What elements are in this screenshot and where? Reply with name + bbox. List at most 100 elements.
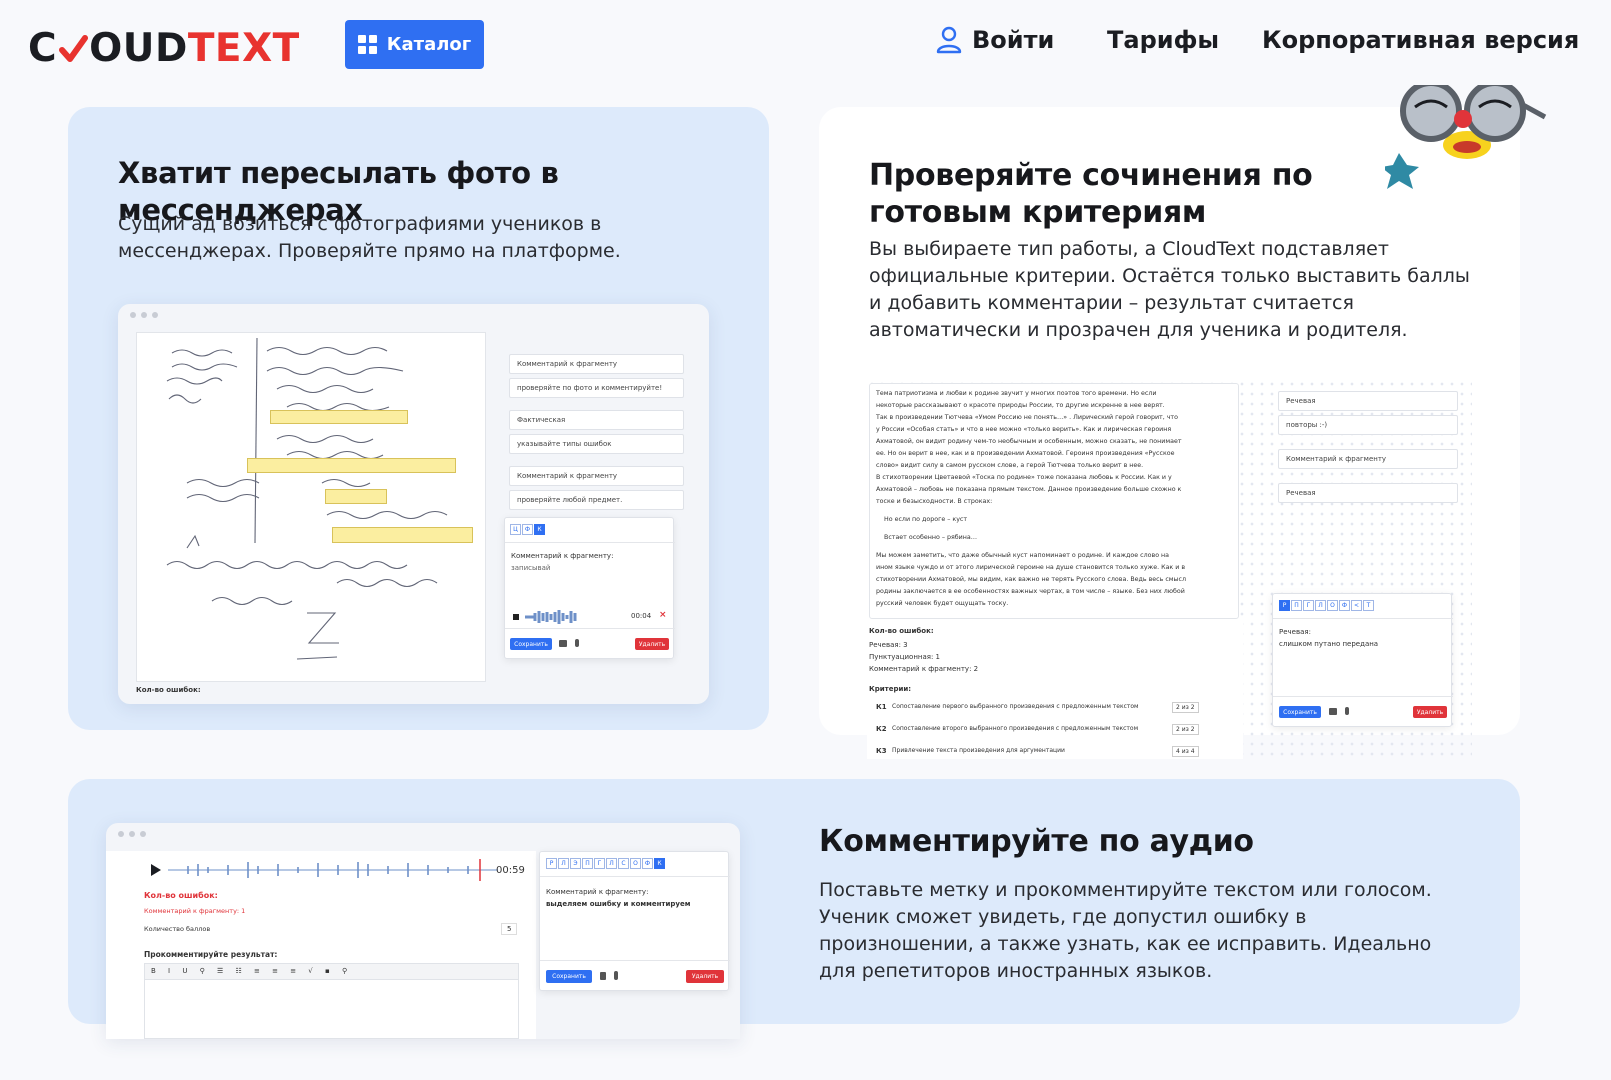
login-link[interactable]: Войти — [936, 26, 1054, 54]
score-label: Количество баллов — [144, 925, 211, 933]
letter-button[interactable]: Ц — [510, 524, 521, 535]
fragment-comment-field[interactable]: проверяйте любой предмет. — [509, 490, 684, 510]
popup-label: Комментарий к фрагменту: — [546, 888, 649, 896]
criterion-score-select[interactable]: 2 из 2 — [1172, 724, 1199, 735]
popup-value[interactable]: выделяем ошибку и комментируем — [546, 900, 690, 908]
camera-icon[interactable] — [559, 640, 567, 647]
letter-button[interactable]: К — [534, 524, 545, 535]
criterion-score-select[interactable]: 4 из 4 — [1172, 746, 1199, 757]
result-comment-label: Прокомментируйте результат: — [144, 950, 278, 959]
highlight-fragment — [247, 458, 456, 473]
audio-time: 00:59 — [496, 865, 525, 876]
letter-button[interactable]: С — [618, 858, 629, 869]
error-count: Комментарий к фрагменту: 2 — [869, 665, 979, 673]
handwriting-drawing — [166, 337, 448, 660]
error-type-field[interactable]: Речевая — [1278, 391, 1458, 411]
checkmark-icon — [59, 34, 89, 62]
feature-card-audio: 00:59 Кол-во ошибок: Комментарий к фрагм… — [68, 779, 1520, 1039]
letter-button[interactable]: Ф — [1339, 600, 1350, 611]
comment-popup: Ц Ф К Комментарий к фрагменту: записывай… — [504, 517, 675, 659]
score-select[interactable]: 5 — [501, 923, 518, 935]
play-icon[interactable] — [150, 863, 162, 877]
corporate-link[interactable]: Корпоративная версия — [1262, 26, 1579, 54]
letter-button[interactable]: Ф — [522, 524, 533, 535]
fragment-comment-field[interactable]: Комментарий к фрагменту — [1278, 449, 1458, 469]
logo-text-text: TEXT — [187, 26, 300, 71]
essay-line: Ахматовой – любовь не показана прямым те… — [876, 486, 1182, 493]
letter-button[interactable]: Л — [606, 858, 617, 869]
catalog-label: Каталог — [386, 34, 472, 55]
criterion-code: К2 — [876, 725, 887, 733]
card-text: Вы выбираете тип работы, а CloudText под… — [869, 238, 1470, 341]
delete-button[interactable]: Удалить — [686, 970, 724, 983]
letter-button[interactable]: К — [654, 858, 665, 869]
letter-button[interactable]: Л — [558, 858, 569, 869]
save-button[interactable]: Сохранить — [546, 970, 592, 983]
glasses-sticker-icon — [1385, 85, 1547, 189]
letter-button[interactable]: О — [630, 858, 641, 869]
fragment-comment-field[interactable]: Комментарий к фрагменту — [509, 354, 684, 374]
audio-waveform[interactable] — [168, 859, 498, 881]
save-button[interactable]: Сохранить — [1279, 706, 1321, 718]
window-dots — [118, 831, 146, 837]
essay-line: слово» видит силу в самом русском слове,… — [876, 462, 1144, 469]
card-title: Комментируйте по аудио — [819, 824, 1254, 859]
delete-button[interactable]: Удалить — [635, 638, 669, 650]
microphone-icon[interactable] — [1345, 707, 1349, 715]
essay-quote: Но если по дороге – куст — [884, 516, 968, 523]
criteria-label: Критерии: — [869, 685, 912, 693]
delete-button[interactable]: Удалить — [1413, 706, 1447, 718]
window-dots — [130, 312, 158, 318]
criterion-score-select[interactable]: 2 из 2 — [1172, 702, 1199, 713]
photo-check-mockup: Кол-во ошибок: Комментарий к фрагменту п… — [118, 304, 709, 704]
popup-label: Комментарий к фрагменту: — [511, 552, 614, 560]
attach-icon[interactable] — [600, 972, 606, 980]
microphone-icon[interactable] — [575, 639, 579, 647]
comment-popup: Р П Г Л О Ф < Т Речевая: слишком путано … — [1272, 593, 1453, 727]
microphone-icon[interactable] — [614, 971, 618, 980]
popup-value[interactable]: слишком путано передана — [1279, 640, 1378, 648]
fragment-comment-field[interactable]: Комментарий к фрагменту — [509, 466, 684, 486]
audio-waveform[interactable] — [525, 610, 585, 624]
criterion-code: К1 — [876, 703, 887, 711]
tariffs-link[interactable]: Тарифы — [1107, 26, 1219, 54]
popup-value[interactable]: записывай — [511, 564, 550, 572]
letter-button[interactable]: Т — [1363, 600, 1374, 611]
editor-toolbar[interactable]: B I U ⚲ ☰ ☷ ≡ ≡ ≡ √ ▪ ⚲ — [145, 964, 518, 980]
save-button[interactable]: Сохранить — [510, 638, 552, 650]
highlight-fragment — [332, 527, 473, 543]
feature-card-criteria: Проверяйте сочинения по готовым критерия… — [819, 85, 1547, 761]
camera-icon[interactable] — [1329, 708, 1337, 715]
letter-button[interactable]: П — [582, 858, 593, 869]
comment-field[interactable]: повторы :-) — [1278, 415, 1458, 435]
logo-text-oud: OUD — [89, 26, 188, 71]
close-icon[interactable]: × — [659, 610, 667, 620]
card-text: Сущий ад возиться с фотографиями ученико… — [118, 213, 621, 262]
letter-button[interactable]: < — [1351, 600, 1362, 611]
error-letter-bar: Р Л Э П Г Л С О Ф К — [546, 858, 665, 869]
letter-button[interactable]: Э — [570, 858, 581, 869]
letter-button[interactable]: Л — [1315, 600, 1326, 611]
letter-button[interactable]: Ф — [642, 858, 653, 869]
error-type-field[interactable]: Фактическая — [509, 410, 684, 430]
essay-line: русский человек будет ощущать тоску. — [876, 600, 1009, 607]
letter-button[interactable]: Р — [1279, 600, 1290, 611]
letter-button[interactable]: Г — [594, 858, 605, 869]
letter-button[interactable]: П — [1291, 600, 1302, 611]
error-type-field[interactable]: указывайте типы ошибок — [509, 434, 684, 454]
result-comment-editor[interactable]: B I U ⚲ ☰ ☷ ≡ ≡ ≡ √ ▪ ⚲ — [144, 963, 519, 1039]
logo[interactable]: C OUD TEXT — [28, 26, 300, 71]
fragment-comment-field[interactable]: проверяйте по фото и комментируйте! — [509, 378, 684, 398]
highlight-fragment — [270, 410, 408, 424]
essay-line: Так в произведении Тютчева «Умом Россию … — [876, 414, 1178, 421]
audio-time: 00:04 — [631, 612, 652, 620]
letter-button[interactable]: Р — [546, 858, 557, 869]
user-icon — [936, 26, 962, 54]
error-type-field[interactable]: Речевая — [1278, 483, 1458, 503]
catalog-button[interactable]: Каталог — [345, 20, 484, 69]
essay-line: стихотворении Ахматовой, мы видим, как в… — [876, 576, 1187, 583]
letter-button[interactable]: О — [1327, 600, 1338, 611]
letter-button[interactable]: Г — [1303, 600, 1314, 611]
error-letter-bar: Р П Г Л О Ф < Т — [1279, 600, 1374, 611]
stop-icon[interactable] — [513, 614, 519, 620]
